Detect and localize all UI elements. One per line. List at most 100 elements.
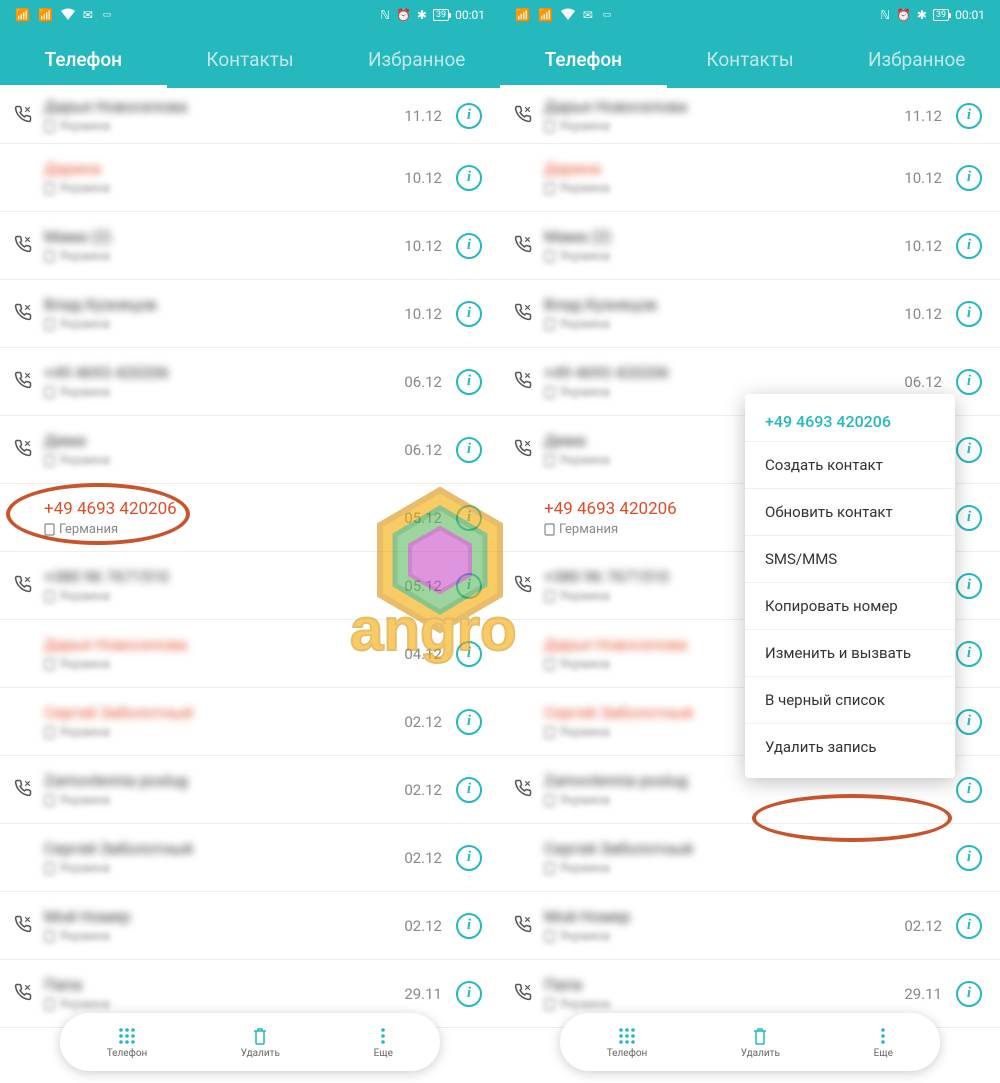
call-date: 06.12 [904,373,942,391]
call-item[interactable]: +49 4693 420206 Германия05.12i [0,484,500,552]
call-type-icon [514,575,536,597]
info-button[interactable]: i [956,709,982,735]
call-date: 10.12 [904,305,942,323]
menu-delete-record[interactable]: Удалить запись [745,723,955,770]
info-button[interactable]: i [956,505,982,531]
call-item[interactable]: Zamovlennia poslug Украина02.12i [0,756,500,824]
call-item[interactable]: Дарина Украина10.12i [0,144,500,212]
call-name: +49 4693 420206 [44,363,404,382]
call-item[interactable]: +49 4693 420206 Украина06.12i [0,348,500,416]
status-time: 00:01 [455,8,485,22]
info-button[interactable]: i [956,641,982,667]
info-button[interactable]: i [956,777,982,803]
dialpad-button[interactable]: Телефон [107,1026,148,1059]
call-sub: Украина [44,861,404,876]
info-button[interactable]: i [956,233,982,259]
call-item[interactable]: Сергей Заболотный Украина02.12i [0,688,500,756]
call-sub: Украина [44,119,404,134]
info-button[interactable]: i [456,641,482,667]
call-sub: Украина [44,249,404,264]
info-button[interactable]: i [456,913,482,939]
call-sub: Украина [44,725,404,740]
info-button[interactable]: i [456,103,482,129]
call-list[interactable]: Дарья Новоселова Украина11.12iДарина Укр… [0,88,500,1028]
call-item[interactable]: Мой Номер Украина02.12i [500,892,1000,960]
info-button[interactable]: i [956,845,982,871]
call-date: 10.12 [404,169,442,187]
info-button[interactable]: i [456,709,482,735]
tab-phone[interactable]: Телефон [0,32,167,87]
call-name: Zamovlennia poslug [44,771,404,790]
call-sub: Украина [44,453,404,468]
call-item[interactable]: Мама (2) Украина10.12i [0,212,500,280]
call-item[interactable]: Сергей Заболотный Украина02.12i [0,824,500,892]
tab-favorites[interactable]: Избранное [833,32,1000,87]
delete-button[interactable]: Удалить [241,1026,280,1059]
info-button[interactable]: i [456,165,482,191]
dialpad-button[interactable]: Телефон [607,1026,648,1059]
tab-contacts[interactable]: Контакты [167,32,334,87]
call-item[interactable]: Сергей Заболотный Украинаi [500,824,1000,892]
info-button[interactable]: i [456,233,482,259]
call-type-icon [514,983,536,1005]
info-button[interactable]: i [456,981,482,1007]
call-item[interactable]: Дарья Новоселова Украина11.12i [500,88,1000,144]
call-date: 11.12 [904,107,942,125]
tab-phone[interactable]: Телефон [500,32,667,87]
call-item[interactable]: Дарья Новоселова Украина04.12i [0,620,500,688]
bottom-bar: Телефон Удалить Еще [60,1013,440,1071]
call-info: Сергей Заболотный Украина [44,839,404,876]
info-button[interactable]: i [956,165,982,191]
call-item[interactable]: Мой Номер Украина02.12i [0,892,500,960]
more-label: Еще [374,1048,393,1059]
info-button[interactable]: i [456,505,482,531]
call-info: +49 4693 420206 Германия [44,499,404,537]
info-button[interactable]: i [956,913,982,939]
info-button[interactable]: i [456,301,482,327]
call-date: 02.12 [404,781,442,799]
trash-icon [250,1026,270,1046]
call-name: Сергей Заболотный [44,839,404,858]
call-name: +49 4693 420206 [544,363,904,382]
more-button[interactable]: Еще [373,1026,393,1059]
menu-edit-call[interactable]: Изменить и вызвать [745,629,955,676]
info-button[interactable]: i [956,573,982,599]
call-item[interactable]: Дима Украина06.12i [0,416,500,484]
call-item[interactable]: Мама (2) Украина10.12i [500,212,1000,280]
menu-create-contact[interactable]: Создать контакт [745,441,955,488]
dialpad-icon [117,1026,137,1046]
menu-blacklist[interactable]: В черный список [745,676,955,723]
info-button[interactable]: i [956,981,982,1007]
menu-sms-mms[interactable]: SMS/MMS [745,535,955,582]
call-sub: Украина [544,317,904,332]
tab-contacts[interactable]: Контакты [667,32,834,87]
info-button[interactable]: i [456,777,482,803]
call-info: Влад Кузнецов Украина [544,295,904,332]
call-item[interactable]: +380 96 7671510 Украина05.12i [0,552,500,620]
info-button[interactable]: i [456,369,482,395]
more-button[interactable]: Еще [873,1026,893,1059]
info-button[interactable]: i [956,437,982,463]
menu-header: +49 4693 420206 [745,402,955,441]
menu-update-contact[interactable]: Обновить контакт [745,488,955,535]
call-info: +380 96 7671510 Украина [44,567,404,604]
mail-icon: ✉ [583,8,593,22]
info-button[interactable]: i [456,845,482,871]
call-item[interactable]: Влад Кузнецов Украина10.12 i [500,280,1000,348]
info-button[interactable]: i [456,437,482,463]
tab-favorites[interactable]: Избранное [333,32,500,87]
info-button[interactable]: i [956,369,982,395]
call-sub: Украина [44,385,404,400]
call-item[interactable]: Влад Кузнецов Украина10.12i [0,280,500,348]
info-button[interactable]: i [956,301,982,327]
status-bar: 📶 📶 ✉ ▭ ℕ ⏰ ✱ 39 00:01 [500,0,1000,30]
trash-icon [750,1026,770,1046]
delete-button[interactable]: Удалить [741,1026,780,1059]
call-item[interactable]: Дарья Новоселова Украина11.12i [0,88,500,144]
info-button[interactable]: i [956,103,982,129]
call-info: +49 4693 420206 Украина [44,363,404,400]
menu-copy-number[interactable]: Копировать номер [745,582,955,629]
call-item[interactable]: Дарина Украина10.12i [500,144,1000,212]
info-button[interactable]: i [456,573,482,599]
call-type-icon [14,303,36,325]
